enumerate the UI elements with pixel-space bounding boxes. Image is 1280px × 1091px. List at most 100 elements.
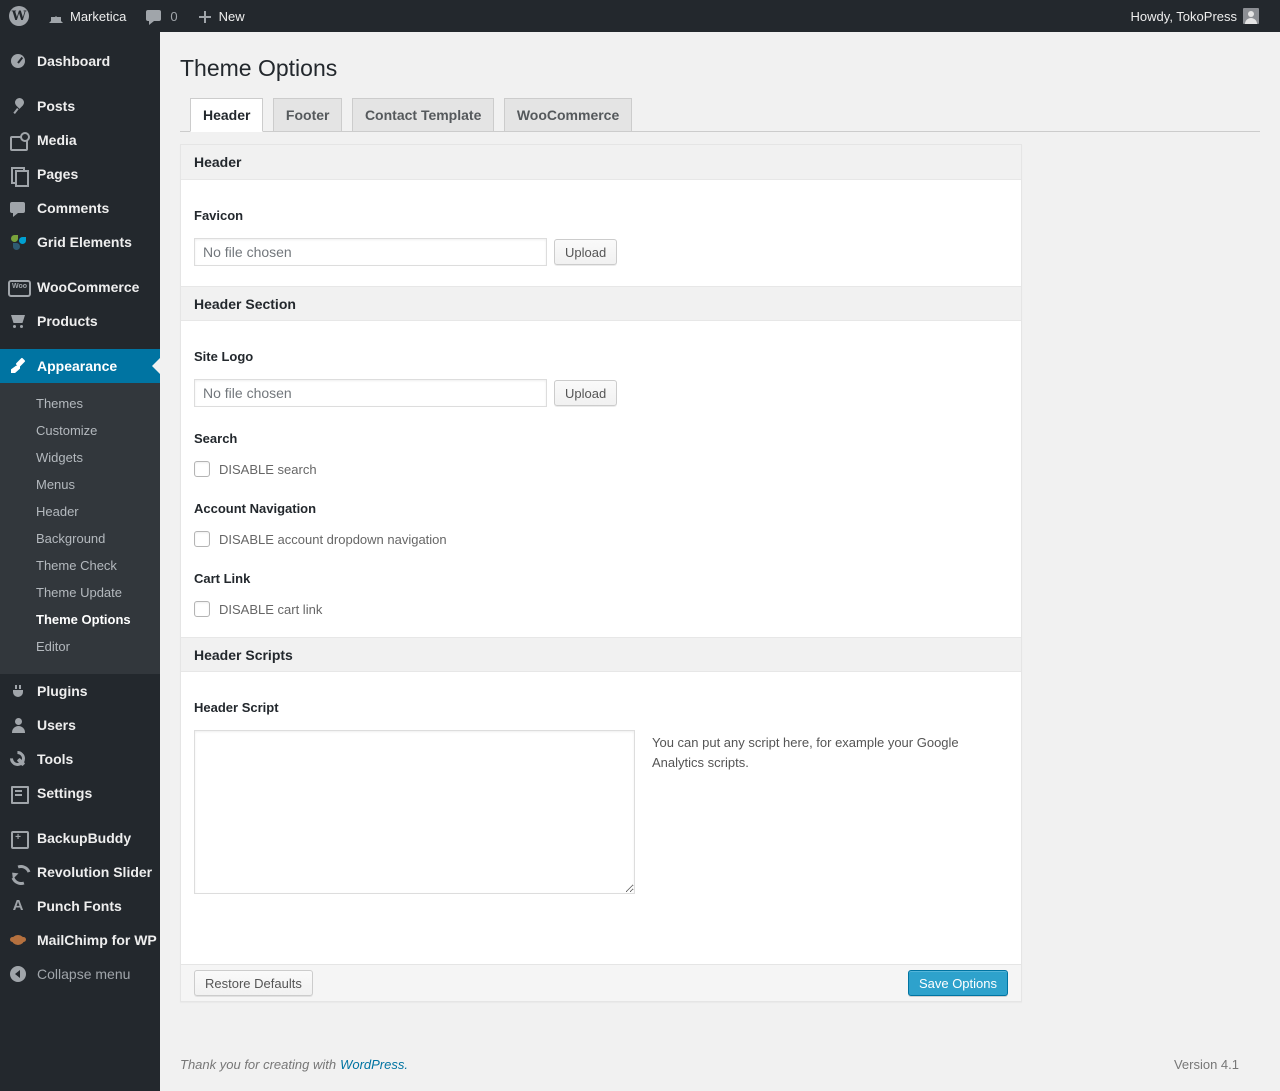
sidebar-item-products[interactable]: Products [0, 304, 160, 338]
dashboard-icon [8, 51, 28, 71]
admin-bar-right: Howdy, TokoPress [1122, 0, 1280, 32]
appearance-submenu: Themes Customize Widgets Menus Header Ba… [0, 383, 160, 674]
sidebar-item-appearance[interactable]: Appearance [0, 349, 160, 383]
admin-bar-left: W Marketica 0 New [0, 0, 254, 32]
sidebar-item-punch-fonts[interactable]: Punch Fonts [0, 889, 160, 923]
woo-badge-icon [8, 277, 31, 297]
comments-shortcut[interactable]: 0 [135, 0, 186, 32]
comment-bubble-icon [8, 198, 28, 218]
home-icon [47, 8, 64, 25]
tab-header[interactable]: Header [190, 98, 264, 132]
pages-icon [8, 164, 29, 187]
wordpress-logo-icon: W [9, 6, 29, 26]
section-header-section: Header Section [181, 286, 1021, 321]
sidebar-item-woocommerce[interactable]: WooCommerce [0, 270, 160, 304]
favicon-upload-button[interactable]: Upload [554, 239, 618, 265]
submenu-item-widgets[interactable]: Widgets [0, 444, 160, 471]
menu-separator [0, 78, 160, 89]
main-content: Theme Options Header Footer Contact Temp… [160, 32, 1280, 1091]
tab-contact-template[interactable]: Contact Template [351, 98, 495, 132]
disable-search-checkbox[interactable] [194, 461, 210, 477]
wordpress-link[interactable]: WordPress. [340, 1057, 408, 1072]
panel-footer: Restore Defaults Save Options [181, 964, 1021, 1001]
plug-icon [8, 681, 28, 701]
disable-account-nav-checkbox[interactable] [194, 531, 210, 547]
submenu-item-theme-options[interactable]: Theme Options [0, 606, 160, 633]
refresh-icon [8, 862, 28, 882]
section-header: Header [181, 145, 1021, 180]
tab-woocommerce[interactable]: WooCommerce [503, 98, 633, 132]
disable-search-checkbox-label[interactable]: DISABLE search [219, 462, 317, 477]
sidebar-item-revolution-slider[interactable]: Revolution Slider [0, 855, 160, 889]
backup-disk-icon [8, 828, 29, 849]
sidebar-item-comments[interactable]: Comments [0, 191, 160, 225]
submenu-item-editor[interactable]: Editor [0, 633, 160, 660]
comment-bubble-icon [144, 6, 164, 26]
sidebar-item-settings[interactable]: Settings [0, 776, 160, 810]
submenu-item-theme-update[interactable]: Theme Update [0, 579, 160, 606]
pushpin-icon [8, 96, 28, 116]
page-title: Theme Options [180, 55, 338, 81]
user-icon [8, 715, 28, 735]
tab-bar: Header Footer Contact Template WooCommer… [180, 98, 1260, 132]
sidebar-item-media[interactable]: Media [0, 123, 160, 157]
account-navigation-label: Account Navigation [194, 501, 317, 516]
disable-cart-link-checkbox[interactable] [194, 601, 210, 617]
letter-a-icon [8, 896, 28, 916]
sidebar-item-posts[interactable]: Posts [0, 89, 160, 123]
wrench-icon [8, 749, 28, 769]
search-label: Search [194, 431, 238, 446]
user-avatar [1243, 8, 1259, 24]
submenu-item-header[interactable]: Header [0, 498, 160, 525]
sidebar-item-mailchimp[interactable]: MailChimp for WP [0, 923, 160, 957]
sidebar-item-users[interactable]: Users [0, 708, 160, 742]
sidebar-item-dashboard[interactable]: Dashboard [0, 44, 160, 78]
collapse-menu-button[interactable]: Collapse menu [0, 957, 160, 991]
header-section-group: Site Logo Upload Search DISABLE search A… [181, 321, 1021, 637]
header-scripts-group: Header Script You can put any script her… [181, 672, 1021, 964]
howdy-label: Howdy, TokoPress [1130, 8, 1237, 24]
new-label: New [218, 8, 245, 24]
header-script-textarea[interactable] [194, 730, 635, 894]
restore-defaults-button[interactable]: Restore Defaults [194, 970, 313, 996]
favicon-label: Favicon [194, 208, 244, 223]
camera-icon [8, 130, 30, 151]
submenu-item-background[interactable]: Background [0, 525, 160, 552]
tab-footer[interactable]: Footer [272, 98, 343, 132]
cart-icon [8, 311, 28, 331]
menu-separator [0, 338, 160, 349]
site-logo-file-input[interactable] [194, 379, 547, 407]
sidebar-item-plugins[interactable]: Plugins [0, 674, 160, 708]
comments-count: 0 [170, 8, 178, 24]
submenu-item-menus[interactable]: Menus [0, 471, 160, 498]
cart-link-label: Cart Link [194, 571, 251, 586]
submenu-item-themes[interactable]: Themes [0, 390, 160, 417]
submenu-item-customize[interactable]: Customize [0, 417, 160, 444]
save-options-button[interactable]: Save Options [907, 970, 1008, 996]
site-logo-upload-button[interactable]: Upload [554, 380, 618, 406]
brush-icon [8, 356, 28, 376]
sidebar-item-grid-elements[interactable]: Grid Elements [0, 225, 160, 259]
sidebar-item-tools[interactable]: Tools [0, 742, 160, 776]
submenu-item-theme-check[interactable]: Theme Check [0, 552, 160, 579]
site-name-link[interactable]: Marketica [38, 0, 135, 32]
favicon-field-group: Favicon Upload [181, 180, 1021, 286]
plus-icon [196, 8, 213, 25]
admin-footer: Thank you for creating with WordPress. V… [180, 1057, 1239, 1072]
disable-account-nav-checkbox-label[interactable]: DISABLE account dropdown navigation [219, 532, 447, 547]
header-script-description: You can put any script here, for example… [652, 735, 959, 771]
theme-options-panel: Header Favicon Upload Header Section Sit… [180, 144, 1022, 1002]
sidebar-item-pages[interactable]: Pages [0, 157, 160, 191]
new-content-button[interactable]: New [187, 0, 254, 32]
mailchimp-monkey-icon [8, 930, 28, 950]
wordpress-menu-button[interactable]: W [0, 0, 38, 32]
grid-pinwheel-icon [8, 232, 28, 252]
account-menu[interactable]: Howdy, TokoPress [1122, 0, 1268, 32]
footer-thanks-text: Thank you for creating with [180, 1057, 337, 1072]
header-script-label: Header Script [194, 700, 279, 715]
disable-cart-link-checkbox-label[interactable]: DISABLE cart link [219, 602, 322, 617]
site-name-label: Marketica [70, 8, 127, 24]
sidebar-item-backupbuddy[interactable]: BackupBuddy [0, 821, 160, 855]
favicon-file-input[interactable] [194, 238, 547, 266]
site-logo-label: Site Logo [194, 349, 254, 364]
